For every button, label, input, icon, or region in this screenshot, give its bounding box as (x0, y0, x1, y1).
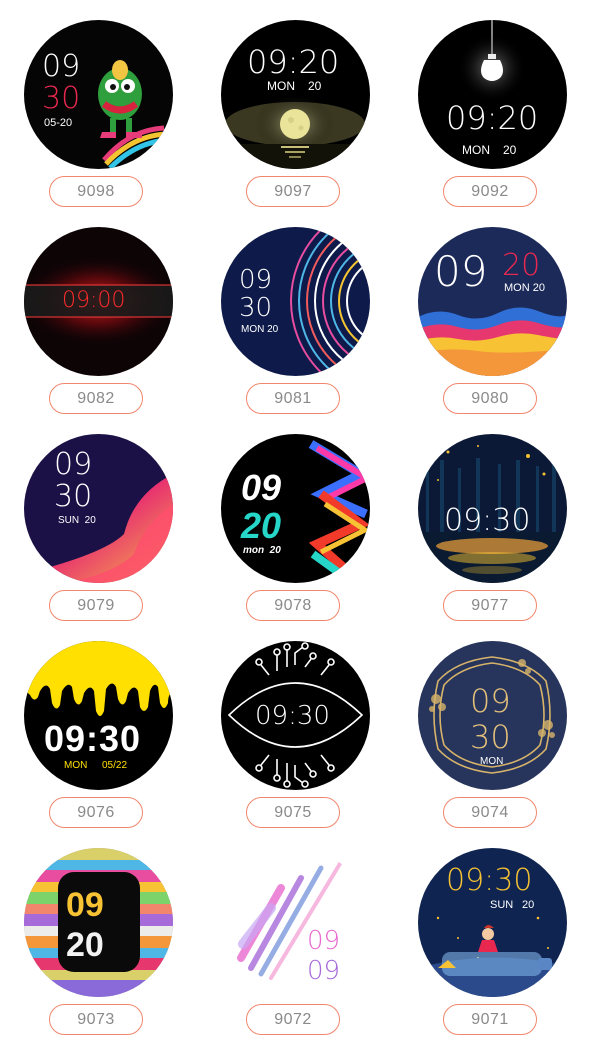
watch-face-preview[interactable]: 09 20 mon 20 (221, 434, 370, 583)
hour-text: 09 (470, 682, 511, 720)
watch-face-preview[interactable]: 09:20 MON 20 (221, 20, 370, 169)
watch-face-preview[interactable]: 09:30 (221, 641, 370, 790)
watch-face-card-9074[interactable]: 09 30 MON 9074 (394, 621, 591, 828)
watch-face-preview[interactable]: 09 30 05-20 (24, 20, 173, 169)
hour-text: 09 (66, 886, 104, 924)
face-id-button[interactable]: 9092 (443, 176, 537, 207)
time-text: 09:20 (446, 99, 539, 137)
face-id-button[interactable]: 9082 (49, 383, 143, 414)
watch-face-card-9077[interactable]: 09:30 9077 (394, 414, 591, 621)
watch-face-card-9097[interactable]: 09:20 MON 20 9097 (197, 0, 394, 207)
hour-text: 09 (239, 265, 273, 295)
watch-face-preview[interactable]: 09 20 (24, 848, 173, 997)
light-bulb-graphic (458, 20, 526, 102)
face-id-button[interactable]: 9072 (246, 1004, 340, 1035)
date-text: 20 (522, 899, 535, 911)
minute-text: 20 (502, 248, 541, 283)
time-text: 09:30 (446, 863, 533, 898)
watch-face-card-9072[interactable]: 09 09 9072 (197, 828, 394, 1035)
watch-face-card-9073[interactable]: 09 20 9073 (0, 828, 197, 1035)
watch-face-preview[interactable]: 09:30 MON 05/22 (24, 641, 173, 790)
watch-face-grid: 09 30 05-20 9098 09:20 MON 20 9097 09:20… (0, 0, 591, 1054)
watch-face-card-9078[interactable]: 09 20 mon 20 9078 (197, 414, 394, 621)
time-text: 09:20 (247, 43, 340, 81)
face-id-button[interactable]: 9081 (246, 383, 340, 414)
pastel-brush-streaks-graphic (237, 860, 343, 980)
day-text: MON (267, 79, 295, 93)
watch-face-preview[interactable]: 09 30 SUN 20 (24, 434, 173, 583)
day-text: MON (462, 143, 490, 157)
face-id-button[interactable]: 9078 (246, 590, 340, 621)
minute-text: 09 (307, 956, 341, 986)
watch-face-preview[interactable]: 09:30 (418, 434, 567, 583)
minute-text: 20 (241, 505, 282, 546)
face-id-button[interactable]: 9098 (49, 176, 143, 207)
face-id-button[interactable]: 9071 (443, 1004, 537, 1035)
watch-face-preview[interactable]: 09:00 (24, 227, 173, 376)
time-text: 09:30 (444, 503, 531, 538)
minute-text: 30 (239, 293, 273, 323)
time-text: 09:30 (44, 718, 142, 759)
dripping-paint-graphic (24, 641, 173, 716)
watch-face-card-9092[interactable]: 09:20 MON 20 9092 (394, 0, 591, 207)
day-text: MON (64, 760, 88, 771)
face-id-button[interactable]: 9074 (443, 797, 537, 828)
watch-face-card-9079[interactable]: 09 30 SUN 20 9079 (0, 414, 197, 621)
watch-face-card-9076[interactable]: 09:30 MON 05/22 9076 (0, 621, 197, 828)
hour-text: 09 (307, 926, 341, 956)
day-text: SUN (490, 899, 514, 911)
face-id-button[interactable]: 9076 (49, 797, 143, 828)
hour-text: 09 (434, 247, 488, 296)
flowing-gradient-graphic (24, 474, 173, 583)
face-id-button[interactable]: 9073 (49, 1004, 143, 1035)
day-date-text: mon 20 (243, 545, 281, 556)
watch-face-card-9075[interactable]: 09:30 9075 (197, 621, 394, 828)
watch-face-card-9082[interactable]: 09:00 9082 (0, 207, 197, 414)
hour-text: 09 (54, 447, 93, 482)
face-id-button[interactable]: 9079 (49, 590, 143, 621)
date-text: 20 (308, 79, 322, 93)
watch-face-preview[interactable]: 09:30 SUN 20 (418, 848, 567, 997)
date-text: 05/22 (102, 760, 128, 771)
watch-face-card-9081[interactable]: 09 30 MON 20 9081 (197, 207, 394, 414)
watch-face-card-9071[interactable]: 09:30 SUN 20 9071 (394, 828, 591, 1035)
minute-text: 30 (470, 718, 511, 756)
watch-face-card-9098[interactable]: 09 30 05-20 9098 (0, 0, 197, 207)
watch-face-preview[interactable]: 09 20 MON 20 (418, 227, 567, 376)
minute-text: 30 (54, 479, 93, 514)
day-date-text: SUN 20 (58, 515, 96, 526)
watch-face-preview[interactable]: 09 09 (221, 848, 370, 997)
watch-face-card-9080[interactable]: 09 20 MON 20 9080 (394, 207, 591, 414)
watch-face-preview[interactable]: 09:20 MON 20 (418, 20, 567, 169)
date-text: 20 (503, 143, 517, 157)
face-id-button[interactable]: 9075 (246, 797, 340, 828)
day-date-text: MON 20 (504, 282, 545, 294)
date-text: 05-20 (44, 117, 73, 129)
watch-face-preview[interactable]: 09 30 MON 20 (221, 227, 370, 376)
watch-face-preview[interactable]: 09 30 MON (418, 641, 567, 790)
day-date-text: MON 20 (241, 324, 279, 335)
time-text: 09:00 (62, 288, 126, 313)
time-text: 09:30 (255, 701, 330, 731)
hour-text: 09 (241, 467, 282, 508)
day-text: MON (480, 756, 504, 767)
minute-text: 30 (42, 81, 81, 116)
minute-text: 20 (66, 926, 104, 964)
face-id-button[interactable]: 9077 (443, 590, 537, 621)
face-id-button[interactable]: 9097 (246, 176, 340, 207)
face-id-button[interactable]: 9080 (443, 383, 537, 414)
hour-text: 09 (42, 49, 81, 84)
